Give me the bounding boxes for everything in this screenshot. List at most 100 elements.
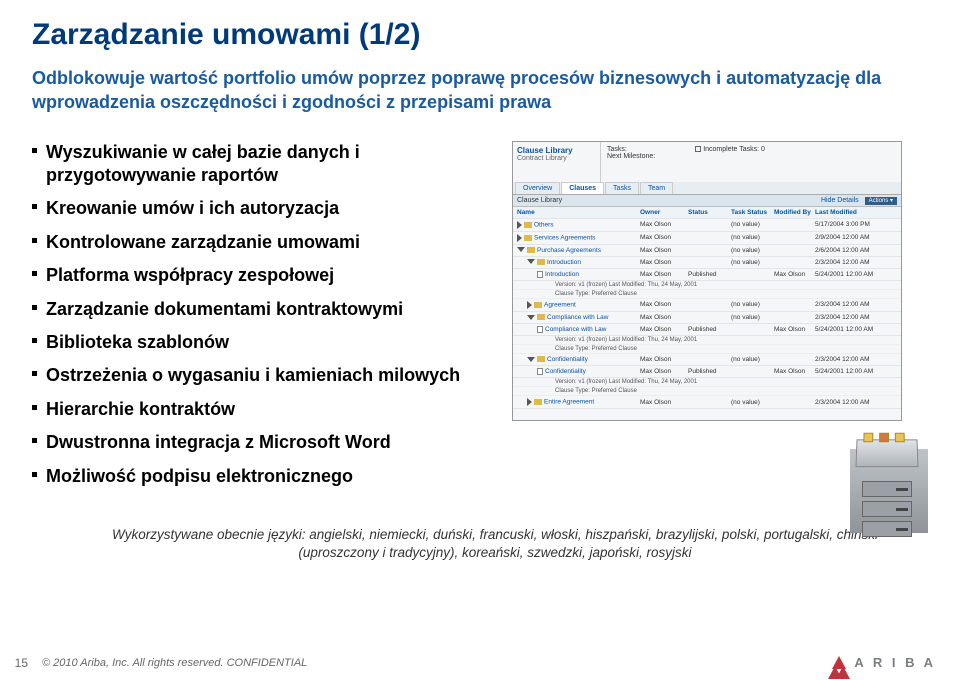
cell-owner: Max Olson — [640, 234, 685, 241]
incomplete-checkbox-icon — [695, 146, 701, 152]
folder-icon — [537, 259, 545, 265]
row-name: Agreement — [517, 301, 637, 309]
cell-moddate: 2/3/2004 12:00 AM — [815, 399, 885, 406]
folder-icon — [527, 247, 535, 253]
tab-team[interactable]: Team — [640, 182, 673, 194]
expand-icon[interactable] — [517, 221, 522, 229]
library-title: Clause Library — [517, 146, 596, 155]
milestone-label: Next Milestone: — [607, 153, 655, 160]
row-name: Compliance with Law — [517, 314, 637, 321]
col-status: Status — [688, 209, 728, 216]
cell-moddate: 2/6/2004 12:00 AM — [815, 247, 885, 254]
table-row[interactable]: AgreementMax Olson(no value)2/3/2004 12:… — [513, 299, 901, 312]
cell-task: (no value) — [731, 356, 771, 363]
copyright: © 2010 Ariba, Inc. All rights reserved. … — [42, 657, 307, 669]
expand-icon[interactable] — [527, 259, 535, 264]
folder-icon — [524, 222, 532, 228]
folder-icon — [534, 302, 542, 308]
cell-task: (no value) — [731, 234, 771, 241]
doc-icon — [537, 271, 543, 278]
table-row[interactable]: IntroductionMax Olson(no value)2/3/2004 … — [513, 257, 901, 269]
tab-overview[interactable]: Overview — [515, 182, 560, 194]
cell-status: Published — [688, 271, 728, 278]
doc-icon — [537, 368, 543, 375]
actions-button[interactable]: Actions ▾ — [865, 197, 897, 205]
bullet-item: Kontrolowane zarządzanie umowami — [32, 231, 502, 264]
folder-icon — [537, 356, 545, 362]
bullet-item: Możliwość podpisu elektronicznego — [32, 465, 502, 498]
languages-note: Wykorzystywane obecnie języki: angielski… — [32, 498, 928, 562]
row-name: Confidentiality — [517, 368, 637, 375]
cell-status: Published — [688, 368, 728, 375]
cell-moddate: 2/9/2004 12:00 AM — [815, 234, 885, 241]
cell-task: (no value) — [731, 221, 771, 228]
cell-moddate: 5/24/2001 12:00 AM — [815, 326, 885, 333]
cell-moddate: 5/17/2004 3:00 PM — [815, 221, 885, 228]
cell-task: (no value) — [731, 301, 771, 308]
bullet-item: Wyszukiwanie w całej bazie danych i przy… — [32, 141, 502, 198]
table-row[interactable]: Purchase AgreementsMax Olson(no value)2/… — [513, 245, 901, 257]
bullet-item: Kreowanie umów i ich autoryzacja — [32, 197, 502, 230]
expand-icon[interactable] — [527, 301, 532, 309]
row-subline: Version: v1 (frozen) Last Modified: Thu,… — [513, 281, 901, 290]
table-row[interactable]: Entire AgreementMax Olson (no value) 2/3/2… — [513, 396, 901, 409]
bullet-item: Dwustronna integracja z Microsoft Word — [32, 431, 502, 464]
logo-triangle-icon — [832, 656, 846, 669]
section-label: Clause Library — [517, 197, 562, 204]
row-subline: Clause Type: Preferred Clause — [513, 387, 901, 396]
slide-title: Zarządzanie umowami (1/2) — [32, 18, 928, 52]
cell-modby: Max Olson — [774, 271, 812, 278]
row-name: Services Agreements — [517, 234, 637, 242]
cell-status: Published — [688, 326, 728, 333]
bullet-item: Ostrzeżenia o wygasaniu i kamieniach mil… — [32, 364, 502, 397]
cell-owner: Max Olson — [640, 259, 685, 266]
row-subline: Version: v1 (frozen) Last Modified: Thu,… — [513, 378, 901, 387]
expand-icon[interactable] — [517, 247, 525, 252]
row-subline: Version: v1 (frozen) Last Modified: Thu,… — [513, 336, 901, 345]
cell-owner: Max Olson — [640, 271, 685, 278]
cell-owner: Max Olson — [640, 356, 685, 363]
tasks-label: Tasks: — [607, 146, 627, 153]
expand-icon[interactable] — [527, 315, 535, 320]
logo-text: A R I B A — [854, 655, 936, 670]
cell-owner: Max Olson — [640, 368, 685, 375]
hide-details-link[interactable]: Hide Details — [821, 197, 859, 204]
cell-modby: Max Olson — [774, 326, 812, 333]
row-name: Compliance with Law — [517, 326, 637, 333]
slide-subtitle: Odblokowuje wartość portfolio umów poprz… — [32, 66, 892, 115]
table-row[interactable]: OthersMax Olson(no value)5/17/2004 3:00 … — [513, 219, 901, 232]
bullet-list: Wyszukiwanie w całej bazie danych i przy… — [32, 141, 502, 498]
app-screenshot: Clause Library Contract Library Tasks: N… — [512, 141, 902, 421]
table-row[interactable]: IntroductionMax OlsonPublishedMax Olson5… — [513, 269, 901, 281]
library-subtitle: Contract Library — [517, 155, 596, 162]
bullet-item: Platforma współpracy zespołowej — [32, 264, 502, 297]
folder-icon — [524, 235, 532, 241]
cell-task: (no value) — [731, 399, 771, 406]
col-name: Name — [517, 209, 637, 216]
cell-moddate: 2/3/2004 12:00 AM — [815, 259, 885, 266]
col-owner: Owner — [640, 209, 685, 216]
row-name: Purchase Agreements — [517, 247, 637, 254]
tab-tasks[interactable]: Tasks — [605, 182, 639, 194]
table-row[interactable]: Compliance with LawMax OlsonPublishedMax… — [513, 324, 901, 336]
page-number: 15 — [6, 656, 28, 670]
tab-clauses[interactable]: Clauses — [561, 182, 604, 194]
expand-icon[interactable] — [517, 234, 522, 242]
cell-moddate: 2/3/2004 12:00 AM — [815, 301, 885, 308]
cell-moddate: 2/3/2004 12:00 AM — [815, 314, 885, 321]
table-row[interactable]: Compliance with LawMax Olson (no value) 2/… — [513, 312, 901, 324]
cell-owner: Max Olson — [640, 314, 685, 321]
table-row[interactable]: ConfidentialityMax Olson(no value)2/3/20… — [513, 354, 901, 366]
row-name: Entire Agreement — [517, 398, 637, 406]
cell-owner: Max Olson — [640, 399, 685, 406]
expand-icon[interactable] — [527, 398, 532, 406]
table-row[interactable]: ConfidentialityMax OlsonPublishedMax Ols… — [513, 366, 901, 378]
cell-task: (no value) — [731, 314, 771, 321]
ariba-logo: A R I B A — [832, 655, 936, 670]
table-header-row: Name Owner Status Task Status Modified B… — [513, 207, 901, 219]
table-row[interactable]: Services AgreementsMax Olson (no value) 2/… — [513, 232, 901, 245]
incomplete-tasks: Incomplete Tasks: 0 — [703, 146, 765, 153]
folder-icon — [537, 314, 545, 320]
cell-moddate: 5/24/2001 12:00 AM — [815, 271, 885, 278]
expand-icon[interactable] — [527, 357, 535, 362]
